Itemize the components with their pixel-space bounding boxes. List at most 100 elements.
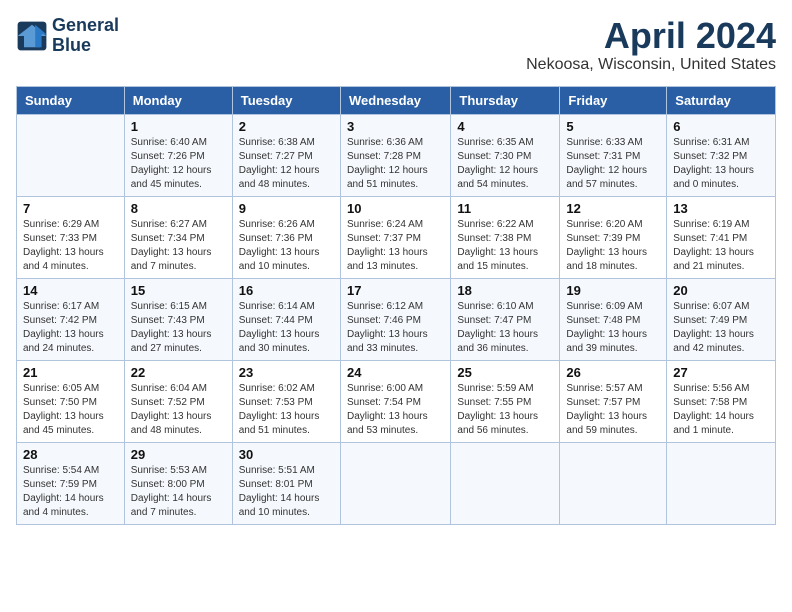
- col-header-friday: Friday: [560, 86, 667, 114]
- day-number: 5: [566, 119, 660, 134]
- day-info: Sunrise: 6:33 AM Sunset: 7:31 PM Dayligh…: [566, 136, 660, 192]
- day-number: 7: [23, 201, 118, 216]
- day-info: Sunrise: 6:26 AM Sunset: 7:36 PM Dayligh…: [239, 218, 334, 274]
- day-info: Sunrise: 6:35 AM Sunset: 7:30 PM Dayligh…: [457, 136, 553, 192]
- day-number: 12: [566, 201, 660, 216]
- calendar-cell: 19Sunrise: 6:09 AM Sunset: 7:48 PM Dayli…: [560, 278, 667, 360]
- day-info: Sunrise: 6:05 AM Sunset: 7:50 PM Dayligh…: [23, 382, 118, 438]
- day-info: Sunrise: 6:04 AM Sunset: 7:52 PM Dayligh…: [131, 382, 226, 438]
- calendar-cell: 30Sunrise: 5:51 AM Sunset: 8:01 PM Dayli…: [232, 442, 340, 524]
- day-number: 9: [239, 201, 334, 216]
- day-info: Sunrise: 5:57 AM Sunset: 7:57 PM Dayligh…: [566, 382, 660, 438]
- calendar-cell: 10 Sunrise: 6:24 AM Sunset: 7:37 PM Dayli…: [340, 196, 450, 278]
- day-number: 28: [23, 447, 118, 462]
- col-header-thursday: Thursday: [451, 86, 560, 114]
- logo-line2: Blue: [52, 36, 119, 56]
- week-row-1: 1Sunrise: 6:40 AM Sunset: 7:26 PM Daylig…: [17, 114, 776, 196]
- calendar-cell: 1Sunrise: 6:40 AM Sunset: 7:26 PM Daylig…: [124, 114, 232, 196]
- day-number: 18: [457, 283, 553, 298]
- day-number: 2: [239, 119, 334, 134]
- calendar-cell: [340, 442, 450, 524]
- calendar-cell: 20Sunrise: 6:07 AM Sunset: 7:49 PM Dayli…: [667, 278, 776, 360]
- calendar-cell: 29 Sunrise: 5:53 AM Sunset: 8:00 PM Dayli…: [124, 442, 232, 524]
- calendar-cell: 17Sunrise: 6:12 AM Sunset: 7:46 PM Dayli…: [340, 278, 450, 360]
- day-number: 3: [347, 119, 444, 134]
- day-number: 15: [131, 283, 226, 298]
- day-number: 16: [239, 283, 334, 298]
- calendar-cell: 3 Sunrise: 6:36 AM Sunset: 7:28 PM Daylig…: [340, 114, 450, 196]
- day-number: 8: [131, 201, 226, 216]
- week-row-5: 28 Sunrise: 5:54 AM Sunset: 7:59 PM Dayli…: [17, 442, 776, 524]
- location-title: Nekoosa, Wisconsin, United States: [526, 56, 776, 74]
- logo-icon: [16, 20, 48, 52]
- header: General Blue April 2024 Nekoosa, Wiscons…: [16, 16, 776, 74]
- calendar-cell: [17, 114, 125, 196]
- calendar-cell: 28 Sunrise: 5:54 AM Sunset: 7:59 PM Dayli…: [17, 442, 125, 524]
- day-info: Sunrise: 5:54 AM Sunset: 7:59 PM Dayligh…: [23, 464, 118, 520]
- day-number: 11: [457, 201, 553, 216]
- calendar-cell: 16Sunrise: 6:14 AM Sunset: 7:44 PM Dayli…: [232, 278, 340, 360]
- day-number: 13: [673, 201, 769, 216]
- day-number: 10: [347, 201, 444, 216]
- day-info: Sunrise: 6:24 AM Sunset: 7:37 PM Dayligh…: [347, 218, 444, 274]
- day-number: 24: [347, 365, 444, 380]
- calendar-cell: 4 Sunrise: 6:35 AM Sunset: 7:30 PM Daylig…: [451, 114, 560, 196]
- calendar-cell: 9 Sunrise: 6:26 AM Sunset: 7:36 PM Daylig…: [232, 196, 340, 278]
- day-number: 1: [131, 119, 226, 134]
- logo-line1: General: [52, 16, 119, 36]
- week-row-2: 7 Sunrise: 6:29 AM Sunset: 7:33 PM Daylig…: [17, 196, 776, 278]
- calendar-table: SundayMondayTuesdayWednesdayThursdayFrid…: [16, 86, 776, 525]
- day-info: Sunrise: 6:36 AM Sunset: 7:28 PM Dayligh…: [347, 136, 444, 192]
- day-number: 29: [131, 447, 226, 462]
- day-info: Sunrise: 6:17 AM Sunset: 7:42 PM Dayligh…: [23, 300, 118, 356]
- day-info: Sunrise: 6:20 AM Sunset: 7:39 PM Dayligh…: [566, 218, 660, 274]
- logo: General Blue: [16, 16, 119, 56]
- col-header-monday: Monday: [124, 86, 232, 114]
- week-row-3: 14 Sunrise: 6:17 AM Sunset: 7:42 PM Dayli…: [17, 278, 776, 360]
- day-info: Sunrise: 5:53 AM Sunset: 8:00 PM Dayligh…: [131, 464, 226, 520]
- day-number: 6: [673, 119, 769, 134]
- calendar-cell: 24 Sunrise: 6:00 AM Sunset: 7:54 PM Dayli…: [340, 360, 450, 442]
- calendar-cell: 23Sunrise: 6:02 AM Sunset: 7:53 PM Dayli…: [232, 360, 340, 442]
- calendar-cell: 25Sunrise: 5:59 AM Sunset: 7:55 PM Dayli…: [451, 360, 560, 442]
- week-row-4: 21 Sunrise: 6:05 AM Sunset: 7:50 PM Dayli…: [17, 360, 776, 442]
- col-header-tuesday: Tuesday: [232, 86, 340, 114]
- day-info: Sunrise: 6:29 AM Sunset: 7:33 PM Dayligh…: [23, 218, 118, 274]
- day-info: Sunrise: 6:38 AM Sunset: 7:27 PM Dayligh…: [239, 136, 334, 192]
- calendar-cell: 2 Sunrise: 6:38 AM Sunset: 7:27 PM Daylig…: [232, 114, 340, 196]
- day-info: Sunrise: 6:31 AM Sunset: 7:32 PM Dayligh…: [673, 136, 769, 192]
- col-header-wednesday: Wednesday: [340, 86, 450, 114]
- calendar-cell: 15 Sunrise: 6:15 AM Sunset: 7:43 PM Dayli…: [124, 278, 232, 360]
- calendar-cell: 12 Sunrise: 6:20 AM Sunset: 7:39 PM Dayli…: [560, 196, 667, 278]
- day-number: 4: [457, 119, 553, 134]
- title-area: April 2024 Nekoosa, Wisconsin, United St…: [526, 16, 776, 74]
- day-info: Sunrise: 6:00 AM Sunset: 7:54 PM Dayligh…: [347, 382, 444, 438]
- calendar-cell: 6 Sunrise: 6:31 AM Sunset: 7:32 PM Daylig…: [667, 114, 776, 196]
- col-header-saturday: Saturday: [667, 86, 776, 114]
- day-info: Sunrise: 6:15 AM Sunset: 7:43 PM Dayligh…: [131, 300, 226, 356]
- calendar-cell: 13 Sunrise: 6:19 AM Sunset: 7:41 PM Dayli…: [667, 196, 776, 278]
- day-info: Sunrise: 6:27 AM Sunset: 7:34 PM Dayligh…: [131, 218, 226, 274]
- day-info: Sunrise: 6:22 AM Sunset: 7:38 PM Dayligh…: [457, 218, 553, 274]
- calendar-cell: 14 Sunrise: 6:17 AM Sunset: 7:42 PM Dayli…: [17, 278, 125, 360]
- calendar-cell: [560, 442, 667, 524]
- day-number: 21: [23, 365, 118, 380]
- day-number: 22: [131, 365, 226, 380]
- calendar-cell: [451, 442, 560, 524]
- day-info: Sunrise: 5:56 AM Sunset: 7:58 PM Dayligh…: [673, 382, 769, 438]
- day-info: Sunrise: 5:59 AM Sunset: 7:55 PM Dayligh…: [457, 382, 553, 438]
- calendar-cell: 5 Sunrise: 6:33 AM Sunset: 7:31 PM Daylig…: [560, 114, 667, 196]
- day-number: 17: [347, 283, 444, 298]
- day-number: 14: [23, 283, 118, 298]
- day-number: 20: [673, 283, 769, 298]
- calendar-cell: 7 Sunrise: 6:29 AM Sunset: 7:33 PM Daylig…: [17, 196, 125, 278]
- day-number: 27: [673, 365, 769, 380]
- calendar-cell: 27 Sunrise: 5:56 AM Sunset: 7:58 PM Dayli…: [667, 360, 776, 442]
- day-info: Sunrise: 5:51 AM Sunset: 8:01 PM Dayligh…: [239, 464, 334, 520]
- col-header-sunday: Sunday: [17, 86, 125, 114]
- logo-text: General Blue: [52, 16, 119, 56]
- day-info: Sunrise: 6:10 AM Sunset: 7:47 PM Dayligh…: [457, 300, 553, 356]
- calendar-cell: 8 Sunrise: 6:27 AM Sunset: 7:34 PM Daylig…: [124, 196, 232, 278]
- day-info: Sunrise: 6:19 AM Sunset: 7:41 PM Dayligh…: [673, 218, 769, 274]
- calendar-header-row: SundayMondayTuesdayWednesdayThursdayFrid…: [17, 86, 776, 114]
